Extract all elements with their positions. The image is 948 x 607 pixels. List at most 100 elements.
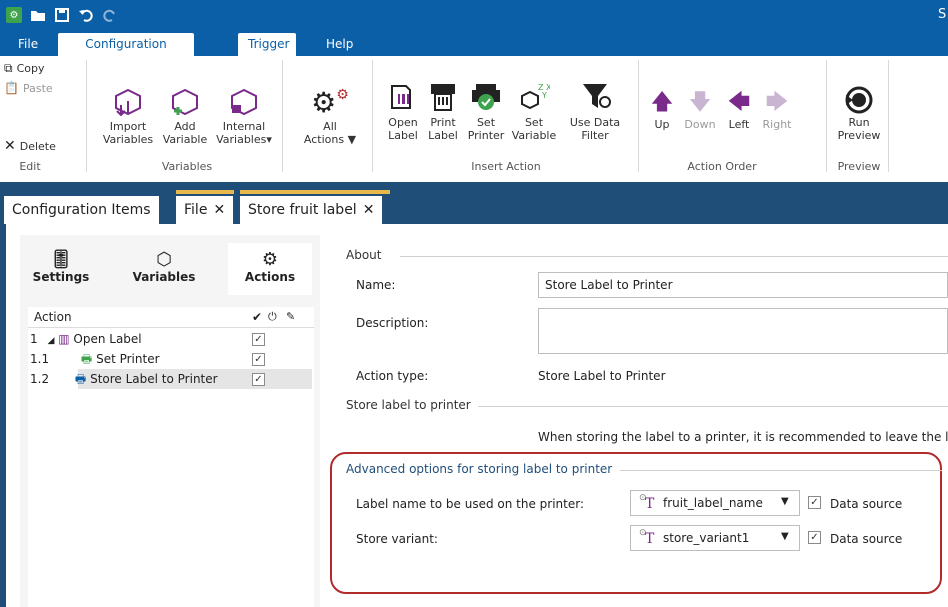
description-label: Description: [356, 316, 429, 330]
tab-trigger[interactable]: Trigger [238, 33, 296, 56]
enabled-checkbox[interactable]: ✓ [252, 353, 265, 366]
tab-accent [240, 190, 390, 194]
right-button[interactable]: 🡆 Right [758, 90, 796, 131]
group-action-order-label: Action Order [687, 160, 757, 173]
group-edit-label: Edit [19, 160, 41, 173]
table-row[interactable]: 1.2 🖶 Store Label to Printer ✓ [30, 369, 314, 389]
panel-tab-variables[interactable]: ⬡ Variables [124, 243, 204, 295]
print-label-button[interactable]: Print Label [424, 76, 462, 142]
close-icon[interactable]: ✕ [213, 202, 225, 218]
add-variable-icon [158, 84, 212, 120]
paste-button[interactable]: 📋 Paste [4, 80, 53, 96]
column-condition-icon: ⏻ [268, 310, 277, 323]
set-printer-icon: 🖶 [80, 352, 93, 366]
doc-tab-file[interactable]: File ✕ [176, 196, 234, 224]
data-source-checkbox[interactable]: ✓ [808, 496, 821, 509]
document-tab-bar: Configuration Items File ✕ Store fruit la… [0, 182, 948, 224]
internal-variables-icon [214, 84, 274, 120]
panel-tab-settings[interactable]: 🎚 Settings [28, 243, 94, 295]
group-variables-label: Variables [161, 160, 213, 173]
column-enabled-icon: ✔ [252, 310, 263, 324]
panel-tab-actions[interactable]: ⚙ Actions [228, 243, 312, 295]
enabled-checkbox[interactable]: ✓ [252, 333, 265, 346]
internal-variables-button[interactable]: Internal Variables▾ [214, 84, 274, 146]
cube-icon: ⬡ [156, 249, 172, 270]
save-icon[interactable] [52, 5, 72, 25]
table-row[interactable]: 1 ◢ ▥ Open Label ✓ [30, 329, 314, 349]
column-header-action: Action [34, 310, 72, 324]
open-label-button[interactable]: Open Label [384, 76, 422, 142]
dropdown-arrow-icon: ▼ [347, 133, 357, 146]
action-type-label: Action type: [356, 369, 429, 383]
delete-button[interactable]: ✕ Delete [4, 138, 56, 154]
text-variable-icon: T [645, 496, 655, 512]
title-bar: ⚙ S [0, 0, 948, 30]
all-actions-button[interactable]: ⚙ ⚙ All Actions ▼ [298, 84, 362, 147]
copy-button[interactable]: ⧉ Copy [4, 60, 44, 76]
gears-icon: ⚙ ⚙ [311, 85, 349, 119]
window-left-border [0, 224, 6, 607]
run-preview-button[interactable]: Run Preview [836, 84, 882, 142]
group-separator [638, 60, 639, 172]
group-separator [282, 60, 283, 172]
add-variable-button[interactable]: Add Variable [158, 84, 212, 146]
dropdown-arrow-icon: ▾ [266, 133, 272, 146]
data-source-checkbox[interactable]: ✓ [808, 531, 821, 544]
name-input[interactable]: Store Label to Printer [538, 272, 948, 298]
close-icon[interactable]: ✕ [363, 202, 375, 218]
data-source-label: Data source [830, 497, 903, 511]
up-button[interactable]: 🡅 Up [648, 90, 676, 131]
undo-icon[interactable] [76, 5, 96, 25]
copy-icon: ⧉ [4, 60, 13, 75]
doc-tab-store-fruit-label[interactable]: Store fruit label ✕ [240, 196, 383, 224]
settings-icon: 🎚 [49, 249, 73, 270]
set-printer-button[interactable]: Set Printer [464, 76, 508, 142]
group-separator [372, 60, 373, 172]
section-about: About [346, 248, 382, 262]
chevron-down-icon: ▼ [781, 531, 789, 542]
label-name-combo[interactable]: ⊙ T fruit_label_name ▼ [630, 490, 800, 516]
section-store-label: Store label to printer [346, 398, 471, 412]
header-divider [28, 327, 314, 328]
store-variant-combo[interactable]: ⊙ T store_variant1 ▼ [630, 525, 800, 551]
set-variable-button[interactable]: Z XY Set Variable [510, 76, 558, 142]
left-button[interactable]: 🡄 Left [722, 90, 756, 131]
open-label-icon: ▥ [58, 332, 70, 346]
group-separator [826, 60, 827, 172]
table-row[interactable]: 1.1 🖶 Set Printer ✓ [30, 349, 314, 369]
window-title: S [938, 7, 947, 22]
ribbon: ⧉ Copy 📋 Paste ✕ Delete Edit Import Variabl… [0, 56, 948, 183]
open-label-icon [384, 76, 422, 116]
use-data-filter-button[interactable]: Use Data Filter [562, 76, 628, 142]
group-separator [86, 60, 87, 172]
redo-icon[interactable] [100, 5, 120, 25]
gear-icon: ⚙ [261, 249, 279, 270]
group-separator [888, 60, 889, 172]
print-label-icon [424, 76, 462, 116]
group-insert-action-label: Insert Action [471, 160, 541, 173]
delete-icon: ✕ [4, 138, 16, 154]
tab-file[interactable]: File [8, 33, 48, 56]
tab-configuration-items[interactable]: Configuration Items [58, 33, 194, 74]
tab-help[interactable]: Help [316, 33, 363, 56]
label-name-label: Label name to be used on the printer: [356, 497, 584, 511]
name-label: Name: [356, 278, 396, 292]
action-type-value: Store Label to Printer [538, 369, 666, 383]
collapse-icon[interactable]: ◢ [47, 336, 54, 346]
doc-tab-configuration-items[interactable]: Configuration Items [4, 196, 159, 224]
filter-icon [562, 76, 628, 116]
section-divider [400, 256, 948, 257]
app-icon: ⚙ [6, 7, 22, 23]
text-variable-icon: T [645, 531, 655, 547]
set-variable-icon: Z XY [510, 76, 558, 116]
description-input[interactable] [538, 308, 948, 354]
run-preview-icon [836, 84, 882, 116]
arrow-left-icon: 🡄 [727, 90, 751, 115]
action-panel: 🎚 Settings ⬡ Variables ⚙ Actions Action ✔ ⏻… [20, 235, 320, 607]
tab-accent [176, 190, 234, 194]
enabled-checkbox[interactable]: ✓ [252, 373, 265, 386]
import-variables-button[interactable]: Import Variables [100, 84, 156, 146]
open-folder-icon[interactable] [28, 5, 48, 25]
down-button[interactable]: 🡇 Down [682, 90, 718, 131]
arrow-right-icon: 🡆 [765, 90, 789, 115]
